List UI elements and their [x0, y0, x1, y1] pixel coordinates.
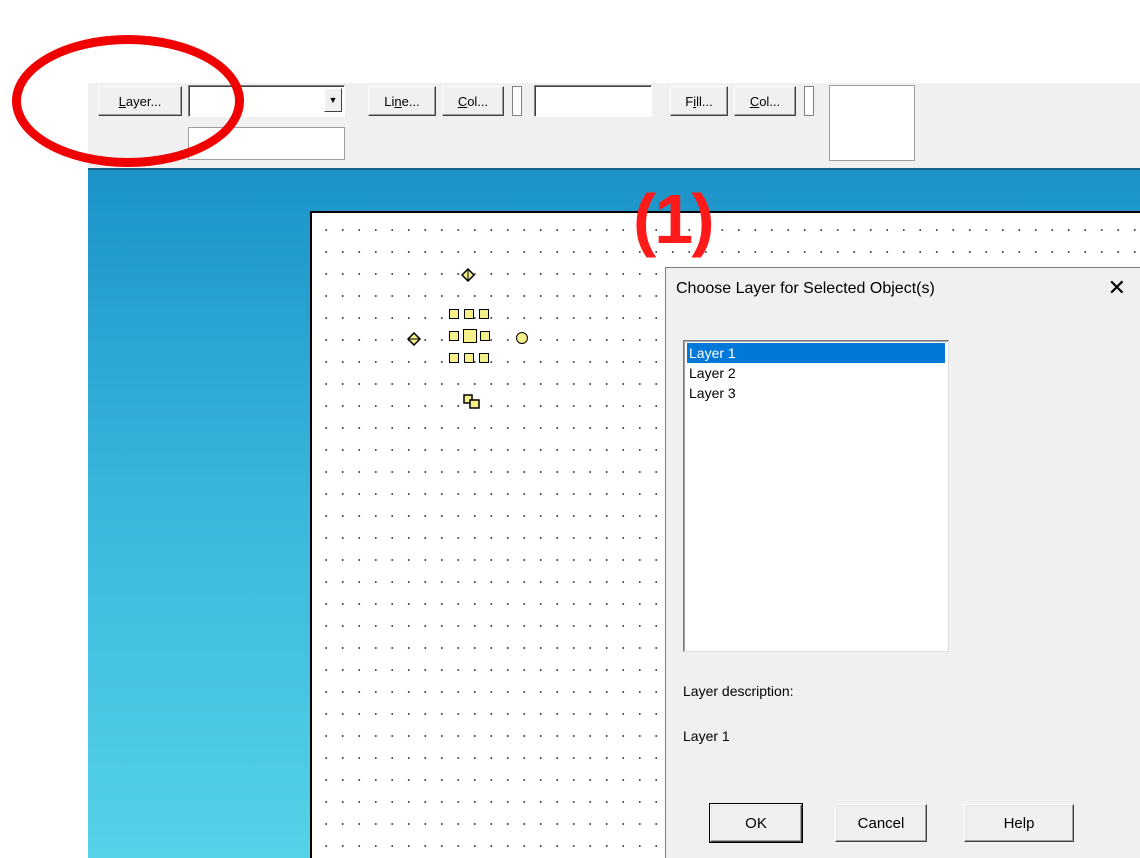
- resize-handle[interactable]: [464, 353, 474, 363]
- fill-preview-box: [829, 85, 915, 161]
- resize-handle[interactable]: [464, 309, 474, 319]
- resize-handle[interactable]: [449, 331, 459, 341]
- dropdown-arrow-icon[interactable]: ▼: [324, 88, 342, 112]
- line-color-label: ol...: [467, 93, 489, 109]
- fill-color-swatch[interactable]: [804, 86, 814, 116]
- help-button[interactable]: Help: [964, 804, 1074, 842]
- rotate-handle-icon[interactable]: [461, 268, 475, 282]
- line-button-label-pre: Li: [384, 93, 395, 109]
- highlight-circle-annotation: [12, 35, 244, 167]
- layer-listbox[interactable]: Layer 1 Layer 2 Layer 3: [683, 340, 949, 652]
- line-color-swatch[interactable]: [512, 86, 522, 116]
- fill-color-mnemonic: C: [749, 93, 760, 109]
- connector-handle-icon[interactable]: [463, 394, 481, 410]
- line-button[interactable]: Li n e...: [368, 86, 436, 116]
- app-window: Layer... ▼ Li n e... Col... Fi ll... Col...: [0, 0, 1140, 858]
- center-handle[interactable]: [463, 329, 477, 343]
- close-icon[interactable]: ✕: [1108, 276, 1126, 301]
- line-style-field[interactable]: [534, 85, 652, 117]
- layer-list-item[interactable]: Layer 3: [687, 383, 945, 403]
- line-button-mnemonic: n: [394, 93, 402, 109]
- resize-handle[interactable]: [480, 331, 490, 341]
- fill-color-label: ol...: [759, 93, 781, 109]
- step-number-annotation: (1): [633, 180, 715, 258]
- dialog-title: Choose Layer for Selected Object(s): [676, 280, 935, 297]
- fill-color-button[interactable]: Col...: [734, 86, 796, 116]
- layer-list-item[interactable]: Layer 2: [687, 363, 945, 383]
- choose-layer-dialog: Choose Layer for Selected Object(s) ✕ La…: [665, 267, 1140, 858]
- rotate-handle-icon[interactable]: [407, 332, 421, 346]
- resize-handle[interactable]: [479, 353, 489, 363]
- line-color-button[interactable]: Col...: [442, 86, 504, 116]
- ok-button[interactable]: OK: [709, 803, 803, 843]
- circle-handle[interactable]: [516, 332, 528, 344]
- resize-handle[interactable]: [449, 309, 459, 319]
- toolbar: Layer... ▼ Li n e... Col... Fi ll... Col...: [88, 83, 1140, 168]
- fill-button-label: ll...: [696, 93, 713, 109]
- layer-description-value: Layer 1: [683, 728, 730, 744]
- resize-handle[interactable]: [449, 353, 459, 363]
- layer-description-label: Layer description:: [683, 683, 794, 699]
- layer-list-item[interactable]: Layer 1: [687, 343, 945, 363]
- cancel-button[interactable]: Cancel: [835, 804, 927, 842]
- resize-handle[interactable]: [479, 309, 489, 319]
- fill-button[interactable]: Fi ll...: [670, 86, 728, 116]
- line-color-mnemonic: C: [457, 93, 468, 109]
- line-button-label: e...: [401, 93, 420, 109]
- fill-button-label-pre: F: [685, 93, 694, 109]
